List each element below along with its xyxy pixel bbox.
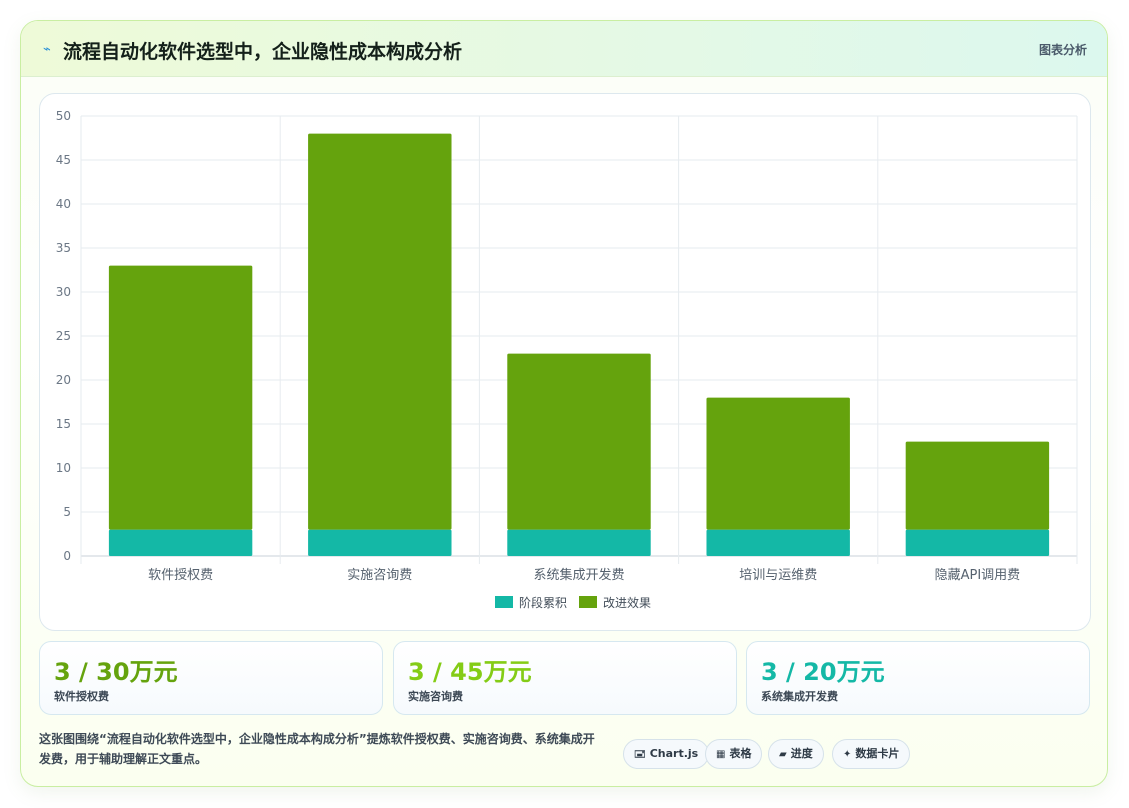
kpi-label: 实施咨询费 (408, 690, 463, 703)
chart-line-icon: ⌁ (43, 42, 51, 57)
tag-label: 表格 (729, 747, 752, 760)
y-tick-label: 0 (63, 549, 71, 563)
progress-icon: ▰ (779, 749, 787, 760)
bar-阶段累积 (905, 529, 1050, 556)
legend-label: 改进效果 (603, 595, 651, 610)
chart-icon: 🖃 (634, 749, 646, 760)
tag-table[interactable]: ▦ 表格 (705, 739, 763, 769)
x-tick-label: 隐藏API调用费 (935, 568, 1021, 583)
bar-阶段累积 (108, 529, 253, 556)
chart-analysis-link[interactable]: 图表分析 (1039, 41, 1087, 58)
card-header: ⌁ 流程自动化软件选型中，企业隐性成本构成分析 图表分析 (21, 21, 1107, 77)
y-tick-label: 35 (56, 241, 71, 255)
tag-label: Chart.js (649, 747, 699, 760)
stacked-bar-chart: 0 5 10 15 20 25 30 35 40 45 50 软件授权费 实施咨询费 系统集成开发费 培训与… (56, 109, 1078, 610)
legend-swatch (579, 596, 597, 608)
y-tick-label: 10 (56, 461, 71, 475)
tag-label: 进度 (790, 747, 813, 760)
y-tick-label: 30 (56, 285, 71, 299)
bar-改进效果 (905, 441, 1050, 530)
table-icon: ▦ (716, 749, 726, 760)
bar-改进效果 (706, 397, 850, 530)
y-tick-label: 45 (56, 153, 71, 167)
page-title: 流程自动化软件选型中，企业隐性成本构成分析 (63, 41, 463, 63)
y-tick-label: 15 (56, 417, 71, 431)
bar-改进效果 (108, 265, 253, 530)
bar-改进效果 (308, 133, 452, 530)
card-icon: ✦ (843, 749, 852, 760)
report-card: ⌁ 流程自动化软件选型中，企业隐性成本构成分析 图表分析 0 5 10 15 20 25 3… (20, 20, 1108, 787)
tag-progress[interactable]: ▰ 进度 (768, 739, 824, 769)
tag-label: 数据卡片 (855, 747, 900, 760)
x-tick-label: 培训与运维费 (739, 567, 817, 583)
y-tick-label: 20 (56, 373, 71, 387)
tag-chartjs[interactable]: 🖃 Chart.js (623, 739, 710, 769)
kpi-value: 3 / 20万元 (761, 658, 885, 686)
x-tick-label: 系统集成开发费 (533, 567, 624, 583)
kpi-card-integration: 3 / 20万元 系统集成开发费 (746, 641, 1090, 715)
x-tick-label: 软件授权费 (148, 567, 213, 583)
tag-data-card[interactable]: ✦ 数据卡片 (832, 739, 911, 769)
y-tick-label: 40 (56, 197, 71, 211)
kpi-label: 软件授权费 (54, 690, 109, 703)
x-tick-label: 实施咨询费 (347, 568, 412, 583)
kpi-card-license: 3 / 30万元 软件授权费 (39, 641, 383, 715)
bar-阶段累积 (507, 529, 651, 556)
kpi-value: 3 / 45万元 (408, 658, 532, 686)
legend-swatch (495, 596, 513, 608)
y-tick-label: 50 (56, 109, 71, 123)
chart-panel: 0 5 10 15 20 25 30 35 40 45 50 软件授权费 实施咨询费 系统集成开发费 培训与… (39, 93, 1091, 631)
kpi-value: 3 / 30万元 (54, 658, 178, 686)
chart-description: 这张图围绕“流程自动化软件选型中，企业隐性成本构成分析”提炼软件授权费、实施咨询… (39, 732, 595, 766)
kpi-card-consulting: 3 / 45万元 实施咨询费 (393, 641, 737, 715)
y-tick-label: 5 (63, 505, 71, 519)
kpi-label: 系统集成开发费 (761, 690, 838, 703)
y-tick-label: 25 (56, 329, 71, 343)
bar-阶段累积 (706, 529, 850, 556)
bar-改进效果 (507, 353, 651, 530)
legend-label: 阶段累积 (519, 595, 567, 610)
bar-阶段累积 (308, 529, 452, 556)
